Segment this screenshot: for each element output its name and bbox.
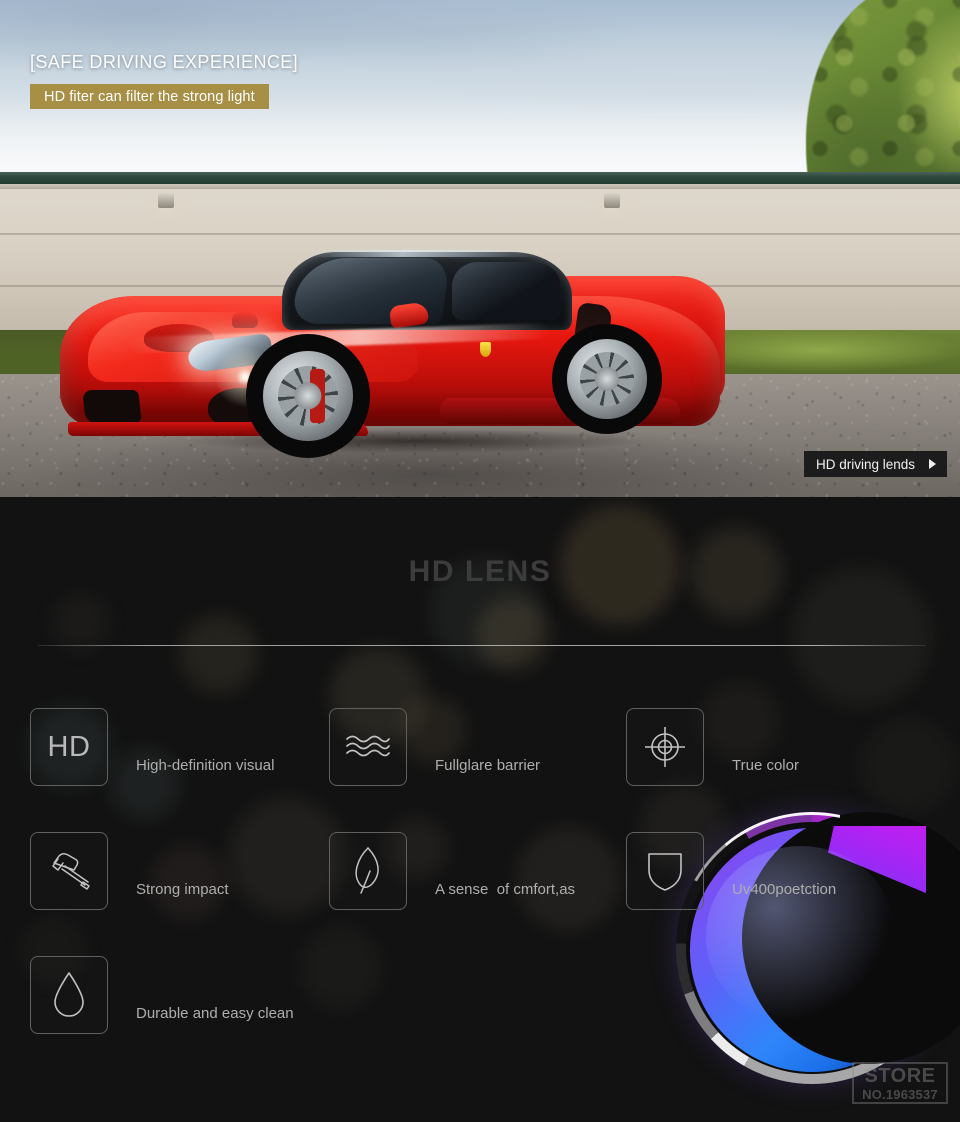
play-triangle-icon — [929, 459, 936, 469]
hero-car-photo: [SAFE DRIVING EXPERIENCE] HD fiter can f… — [0, 0, 960, 497]
feature-label: Uv400poetction — [732, 881, 837, 898]
feature-label: Durable and easy clean — [136, 1005, 294, 1022]
shield-icon — [626, 832, 704, 910]
feature-item-fullglare-barrier: Fullglare barrier — [329, 708, 540, 786]
feature-label: A sense of cmfort,as — [435, 881, 576, 898]
feature-item-true-color: True color — [626, 708, 799, 786]
car-badge-icon — [480, 342, 491, 357]
watermark-store-label: STORE — [864, 1064, 936, 1087]
feature-label: Strong impact — [136, 881, 229, 898]
rear-wheel — [552, 324, 662, 434]
hammer-icon — [30, 832, 108, 910]
feature-item-sense-of-comfort: A sense of cmfort,as — [329, 832, 575, 910]
building-roof-trim — [0, 172, 960, 184]
water-drop-icon — [30, 956, 108, 1034]
waves-icon — [329, 708, 407, 786]
wall-lamp-left — [158, 192, 174, 208]
crosshair-icon — [626, 708, 704, 786]
feature-label: High-definition visual — [136, 757, 275, 774]
sports-car — [60, 238, 740, 458]
wall-lamp-right — [604, 192, 620, 208]
feature-label: Fullglare barrier — [435, 757, 541, 774]
feature-item-durable-easy-clean: Durable and easy clean — [30, 956, 294, 1034]
feature-label: True color — [732, 757, 799, 774]
feature-item-uv400-protection: Uv400poetction — [626, 832, 836, 910]
feature-item-high-definition-visual: HD High-definition visual — [30, 708, 274, 786]
hd-icon-text: HD — [47, 730, 91, 763]
hd-driving-lends-label: HD driving lends — [815, 456, 915, 472]
feature-grid: HD High-definition visual Fullglare barr… — [0, 497, 960, 1122]
features-section: HD LENS HD High-definition visual Fullgl… — [0, 497, 960, 1122]
store-watermark: STORE NO.1963537 — [852, 1062, 948, 1104]
leaf-icon — [329, 832, 407, 910]
hd-icon: HD — [30, 708, 108, 786]
watermark-store-number: NO.1963537 — [862, 1086, 938, 1102]
hd-driving-lends-button[interactable]: HD driving lends — [803, 451, 947, 477]
feature-item-strong-impact: Strong impact — [30, 832, 229, 910]
hero-tagline-band: HD fiter can filter the strong light — [30, 84, 269, 109]
front-wheel — [246, 334, 370, 458]
hero-kicker-text: [SAFE DRIVING EXPERIENCE] — [30, 52, 299, 72]
